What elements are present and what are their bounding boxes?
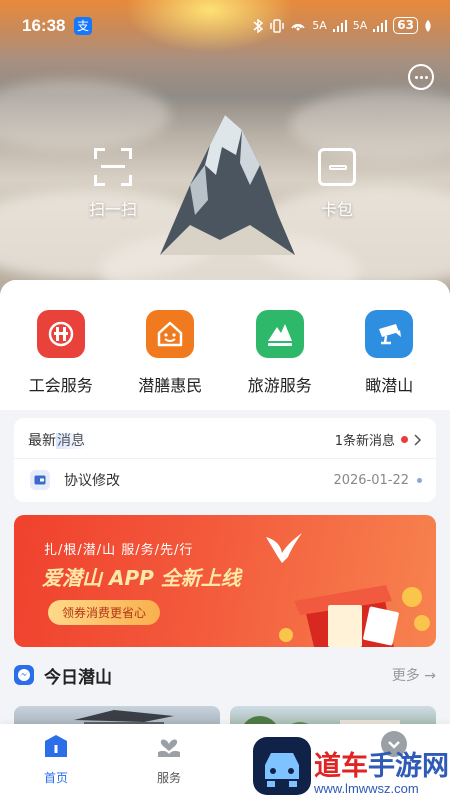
service-label: 工会服务 <box>28 376 93 395</box>
watermark-url: www.lmwwsz.com <box>314 781 419 796</box>
nav-home[interactable]: 首页 <box>21 732 91 786</box>
wallet-button[interactable]: 卡包 <box>302 148 372 220</box>
scan-label: 扫一扫 <box>88 200 137 219</box>
scan-button[interactable]: 扫一扫 <box>78 148 148 220</box>
banner-tagline: 扎/根/潜/山 服/务/先/行 <box>44 543 194 558</box>
mountain-peak-image <box>160 115 295 255</box>
chat-bubble-icon[interactable] <box>408 64 434 90</box>
signal-icon-2 <box>373 19 388 32</box>
scan-icon <box>94 148 132 186</box>
signal-icon <box>332 19 347 32</box>
nav-home-label: 首页 <box>43 771 68 785</box>
bluetooth-icon <box>253 18 264 33</box>
news-heading-highlight: 消息 <box>56 433 89 449</box>
house-icon <box>146 310 195 358</box>
news-item-title: 协议修改 <box>64 473 120 489</box>
messenger-icon <box>14 665 34 685</box>
news-count-text: 1条新消息 <box>334 434 395 449</box>
alipay-icon: 支 <box>74 17 92 35</box>
watermark-text: 道车手游网 <box>314 744 449 783</box>
news-heading: 最新消息 <box>28 430 89 450</box>
divider <box>14 458 436 459</box>
wallet-icon <box>318 148 356 186</box>
hotspot-icon <box>291 23 305 30</box>
status-bar: 16:38 支 5A 5A 63 <box>0 0 450 54</box>
vibrate-icon <box>270 18 284 33</box>
dove-icon <box>266 533 302 563</box>
service-label: 潜膳惠民 <box>138 376 203 395</box>
news-item[interactable]: 协议修改 2026-01-22 <box>30 468 422 492</box>
service-label: 旅游服务 <box>247 376 312 395</box>
news-count[interactable]: 1条新消息 <box>335 430 422 449</box>
service-grid: 工会服务 潜膳惠民 旅游服务 瞰潜山 <box>0 280 450 410</box>
service-food[interactable]: 潜膳惠民 <box>120 280 220 410</box>
banner-headline: 爱潜山 APP 全新上线 <box>42 566 241 590</box>
nav-service[interactable]: 服务 <box>134 732 204 786</box>
union-icon <box>36 310 85 358</box>
today-section-header: 今日潜山 更多 → <box>14 662 436 688</box>
promo-banner[interactable]: 扎/根/潜/山 服/务/先/行 爱潜山 APP 全新上线 领券消费更省心 <box>14 515 436 647</box>
service-label: 瞰潜山 <box>365 376 414 395</box>
watermark-blue: 手游网 <box>368 751 449 782</box>
leaf-icon <box>425 19 431 32</box>
service-travel[interactable]: 旅游服务 <box>230 280 330 410</box>
more-link[interactable]: 更多 → <box>392 665 436 685</box>
heart-hand-icon <box>158 739 180 757</box>
item-dot <box>417 477 422 483</box>
nav-service-label: 服务 <box>156 771 181 785</box>
system-indicators: 5A 5A 63 <box>252 17 432 34</box>
gift-box-illustration <box>279 585 430 647</box>
status-time: 16:38 <box>22 16 66 35</box>
signal-label-1: 5A <box>312 19 327 32</box>
news-heading-plain: 最新 <box>28 433 56 449</box>
banner-pill: 领券消费更省心 <box>48 600 161 625</box>
watermark-red: 道车 <box>314 751 368 782</box>
signal-label-2: 5A <box>352 19 368 32</box>
watermark-app-icon <box>253 737 311 795</box>
unread-dot <box>401 436 408 443</box>
home-icon <box>45 735 67 757</box>
wallet-label: 卡包 <box>320 200 353 219</box>
news-card[interactable]: 最新消息 1条新消息 协议修改 2026-01-22 <box>14 418 436 502</box>
today-title: 今日潜山 <box>44 667 112 688</box>
camera-icon <box>365 310 414 358</box>
service-view[interactable]: 瞰潜山 <box>339 280 439 410</box>
document-icon <box>30 470 50 490</box>
battery-indicator: 63 <box>393 17 418 34</box>
mountain-icon <box>255 310 304 358</box>
service-union[interactable]: 工会服务 <box>11 280 111 410</box>
news-item-date: 2026-01-22 <box>333 472 409 488</box>
chevron-right-icon <box>414 433 422 446</box>
